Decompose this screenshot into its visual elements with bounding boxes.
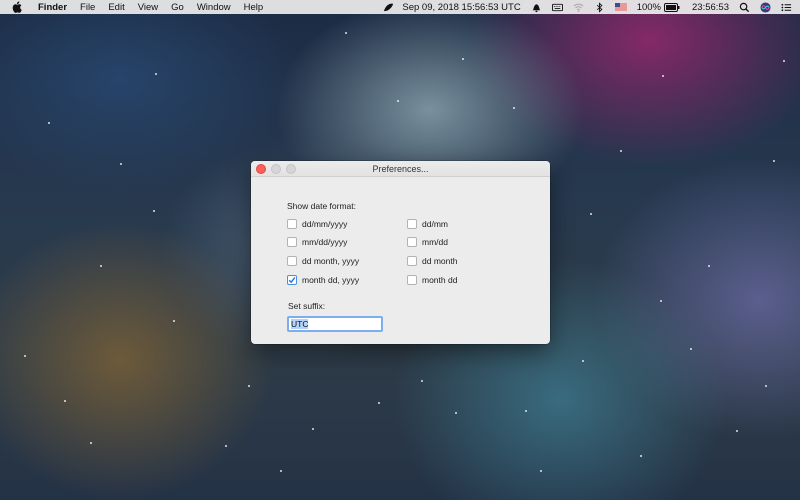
checkbox[interactable] xyxy=(407,237,417,247)
keyboard-icon[interactable] xyxy=(551,2,563,13)
checkbox[interactable] xyxy=(407,275,417,285)
leaf-icon[interactable] xyxy=(383,2,394,13)
zoom-button[interactable] xyxy=(286,164,296,174)
option-mm-dd[interactable]: mm/dd xyxy=(407,237,448,247)
battery-percentage[interactable]: 100% xyxy=(637,2,661,13)
apple-icon[interactable] xyxy=(12,1,24,13)
option-label: dd/mm xyxy=(422,219,448,229)
suffix-input[interactable]: UTC xyxy=(287,316,383,332)
checkmark-icon xyxy=(288,277,296,284)
list-icon[interactable] xyxy=(781,2,792,13)
option-label: month dd, yyyy xyxy=(302,275,360,285)
checkbox[interactable] xyxy=(407,256,417,266)
checkbox[interactable] xyxy=(287,237,297,247)
option-label: dd month, yyyy xyxy=(302,256,360,266)
menu-file[interactable]: File xyxy=(80,2,95,13)
window-title: Preferences... xyxy=(372,163,429,174)
menu-window[interactable]: Window xyxy=(197,2,231,13)
suffix-label: Set suffix: xyxy=(288,301,326,311)
window-titlebar[interactable]: Preferences... xyxy=(251,161,550,177)
preferences-window: Preferences... Show date format: dd/mm/y… xyxy=(251,161,550,344)
option-mm-dd-yyyy[interactable]: mm/dd/yyyy xyxy=(287,237,347,247)
option-label: mm/dd xyxy=(422,237,448,247)
suffix-value: UTC xyxy=(291,319,309,329)
bluetooth-icon[interactable] xyxy=(594,1,605,13)
option-label: month dd xyxy=(422,275,458,285)
checkbox-checked[interactable] xyxy=(287,275,297,285)
battery-icon[interactable] xyxy=(664,2,680,12)
option-dd-month[interactable]: dd month xyxy=(407,256,457,266)
minimize-button[interactable] xyxy=(271,164,281,174)
option-month-dd-yyyy[interactable]: month dd, yyyy xyxy=(287,275,359,285)
menu-edit[interactable]: Edit xyxy=(108,2,124,13)
checkbox[interactable] xyxy=(407,219,417,229)
status-date[interactable]: Sep 09, 2018 15:56:53 UTC xyxy=(402,2,520,13)
menu-app-name[interactable]: Finder xyxy=(38,2,67,13)
checkbox[interactable] xyxy=(287,256,297,266)
close-button[interactable] xyxy=(256,164,266,174)
option-label: dd/mm/yyyy xyxy=(302,219,348,229)
option-label: mm/dd/yyyy xyxy=(302,237,348,247)
option-label: dd month xyxy=(422,256,458,266)
search-icon[interactable] xyxy=(739,2,750,13)
menu-go[interactable]: Go xyxy=(171,2,184,13)
menu-view[interactable]: View xyxy=(138,2,158,13)
wifi-icon[interactable] xyxy=(573,2,584,13)
option-dd-mm[interactable]: dd/mm xyxy=(407,219,448,229)
option-dd-mm-yyyy[interactable]: dd/mm/yyyy xyxy=(287,219,347,229)
date-format-label: Show date format: xyxy=(287,201,356,211)
menu-bar: Finder File Edit View Go Window Help Sep… xyxy=(0,0,800,14)
menubar-clock[interactable]: 23:56:53 xyxy=(692,2,729,13)
siri-icon[interactable] xyxy=(760,1,771,13)
menu-help[interactable]: Help xyxy=(244,2,264,13)
option-dd-month-yyyy[interactable]: dd month, yyyy xyxy=(287,256,359,266)
checkbox[interactable] xyxy=(287,219,297,229)
option-month-dd[interactable]: month dd xyxy=(407,275,457,285)
bell-icon[interactable] xyxy=(531,2,542,13)
us-flag-icon[interactable] xyxy=(614,3,627,11)
